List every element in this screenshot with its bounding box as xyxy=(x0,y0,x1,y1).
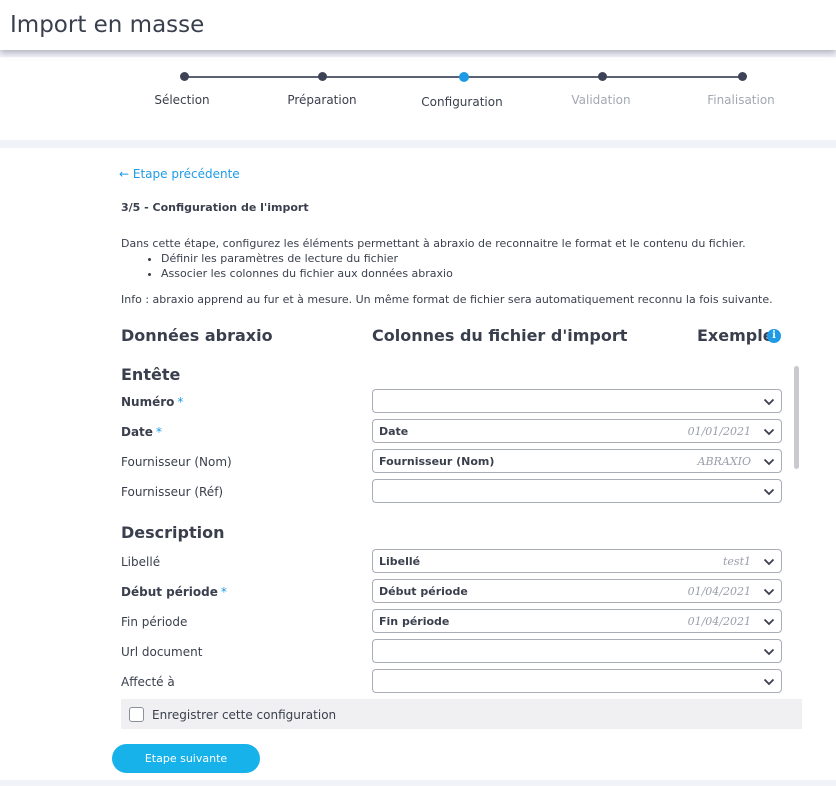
field-label-url-document: Url document xyxy=(121,645,203,659)
step-label-selection[interactable]: Sélection xyxy=(154,93,209,107)
step-label-preparation[interactable]: Préparation xyxy=(287,93,356,107)
step-dot-validation xyxy=(598,72,607,81)
step-description: Dans cette étape, configurez les élément… xyxy=(121,236,746,281)
field-label-fournisseur-ref: Fournisseur (Réf) xyxy=(121,485,224,499)
step-dot-preparation xyxy=(318,72,327,81)
step-label-validation: Validation xyxy=(571,93,631,107)
step-dot-selection xyxy=(180,72,189,81)
column-select-debut-periode[interactable]: Début période 01/04/2021 xyxy=(372,579,782,603)
example-value: test1 xyxy=(723,555,751,568)
next-step-button[interactable]: Etape suivante xyxy=(112,744,260,773)
required-asterisk: * xyxy=(177,395,184,409)
column-header-abraxio-data: Données abraxio xyxy=(121,326,273,345)
chevron-down-icon xyxy=(763,428,775,436)
configuration-scroll-area[interactable]: ← Etape précédente 3/5 - Configuration d… xyxy=(0,148,836,693)
page-title: Import en masse xyxy=(10,12,205,38)
page-header: Import en masse xyxy=(0,0,836,50)
chevron-down-icon xyxy=(763,558,775,566)
select-value: Fin période xyxy=(379,615,450,628)
field-label-fin-periode: Fin période xyxy=(121,615,188,629)
description-text: Dans cette étape, configurez les élément… xyxy=(121,237,746,250)
step-label-configuration[interactable]: Configuration xyxy=(421,95,502,109)
chevron-down-icon xyxy=(763,678,775,686)
column-select-fournisseur-ref[interactable] xyxy=(372,479,782,503)
description-bullet: Définir les paramètres de lecture du fic… xyxy=(161,251,746,266)
description-list: Définir les paramètres de lecture du fic… xyxy=(161,251,746,281)
column-select-date[interactable]: Date 01/01/2021 xyxy=(372,419,782,443)
example-value: 01/04/2021 xyxy=(687,615,751,628)
chevron-down-icon xyxy=(763,618,775,626)
column-select-numero[interactable] xyxy=(372,389,782,413)
chevron-down-icon xyxy=(763,588,775,596)
field-label-debut-periode: Début période * xyxy=(121,585,227,599)
column-select-fournisseur-nom[interactable]: Fournisseur (Nom) ABRAXIO xyxy=(372,449,782,473)
field-label-numero: Numéro * xyxy=(121,395,184,409)
example-value: ABRAXIO xyxy=(697,455,751,468)
description-bullet: Associer les colonnes du fichier aux don… xyxy=(161,266,746,281)
field-label-libelle: Libellé xyxy=(121,555,161,569)
required-asterisk: * xyxy=(220,585,227,599)
section-title-description: Description xyxy=(121,523,225,542)
column-select-libelle[interactable]: Libellé test1 xyxy=(372,549,782,573)
chevron-down-icon xyxy=(763,398,775,406)
import-configuration-panel: ← Etape précédente 3/5 - Configuration d… xyxy=(0,148,836,780)
example-value: 01/04/2021 xyxy=(687,585,751,598)
field-label-date: Date * xyxy=(121,425,162,439)
select-value: Début période xyxy=(379,585,468,598)
info-icon[interactable]: i xyxy=(767,329,781,343)
step-label-finalisation: Finalisation xyxy=(707,93,775,107)
info-text: Info : abraxio apprend au fur et à mesur… xyxy=(121,293,773,306)
column-header-file-columns: Colonnes du fichier d'import xyxy=(372,326,628,345)
save-configuration-bar: Enregistrer cette configuration xyxy=(121,699,802,729)
field-label-fournisseur-nom: Fournisseur (Nom) xyxy=(121,455,232,469)
chevron-down-icon xyxy=(763,488,775,496)
column-select-fin-periode[interactable]: Fin période 01/04/2021 xyxy=(372,609,782,633)
chevron-down-icon xyxy=(763,648,775,656)
required-asterisk: * xyxy=(155,425,162,439)
chevron-down-icon xyxy=(763,458,775,466)
field-label-affecte-a: Affecté à xyxy=(121,675,175,689)
save-configuration-checkbox[interactable] xyxy=(129,707,144,722)
step-dot-configuration xyxy=(459,72,469,82)
select-value: Libellé xyxy=(379,555,421,568)
select-value: Date xyxy=(379,425,409,438)
import-stepper: Sélection Préparation Configuration Vali… xyxy=(0,57,836,140)
section-title-entete: Entête xyxy=(121,365,181,384)
previous-step-link[interactable]: ← Etape précédente xyxy=(119,167,240,181)
example-value: 01/01/2021 xyxy=(687,425,751,438)
column-select-affecte-a[interactable] xyxy=(372,669,782,693)
save-configuration-label[interactable]: Enregistrer cette configuration xyxy=(152,708,336,722)
column-header-example: Exemple xyxy=(697,326,774,345)
step-heading: 3/5 - Configuration de l'import xyxy=(121,201,309,214)
scrollbar-thumb[interactable] xyxy=(794,366,799,469)
select-value: Fournisseur (Nom) xyxy=(379,455,495,468)
step-dot-finalisation xyxy=(738,72,747,81)
column-select-url-document[interactable] xyxy=(372,639,782,663)
